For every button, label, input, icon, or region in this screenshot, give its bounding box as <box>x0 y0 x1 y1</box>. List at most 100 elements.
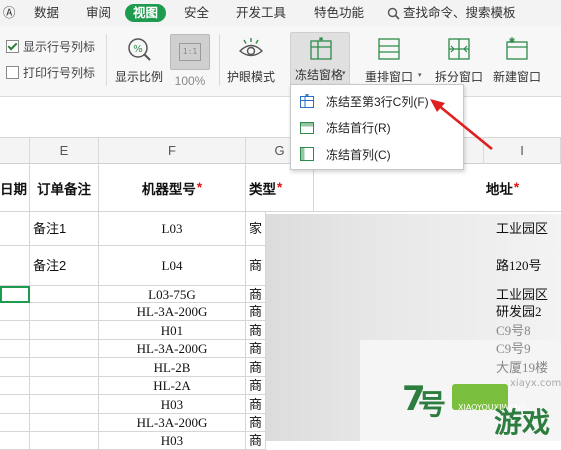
menu-tab-partial[interactable]: Ⓐ <box>3 4 16 22</box>
header-label: 机器型号 <box>141 181 196 197</box>
split-window-icon <box>448 38 470 60</box>
table-cell-i[interactable]: 工业园区 <box>484 286 561 303</box>
table-cell-g[interactable]: 家 <box>246 212 266 246</box>
table-cell-e[interactable] <box>30 414 99 432</box>
table-cell-d[interactable] <box>0 340 30 358</box>
table-cell-f[interactable]: HL-3A-200G <box>99 303 246 321</box>
rearrange-window-label: 重排窗口 <box>364 70 413 84</box>
table-cell-e[interactable]: 备注2 <box>30 246 99 286</box>
table-cell-d[interactable] <box>0 358 30 377</box>
menu-tab-features[interactable]: 特色功能 <box>314 4 364 22</box>
split-window-button[interactable]: 拆分窗口 <box>432 36 486 85</box>
column-header-f[interactable]: F <box>99 138 246 164</box>
table-cell-f[interactable]: H03 <box>99 432 246 450</box>
zoom-button[interactable]: % 显示比例 <box>114 36 164 85</box>
menu-tab-data[interactable]: 数据 <box>34 4 59 22</box>
table-cell-d[interactable] <box>0 212 30 246</box>
checkbox-unchecked-icon <box>6 65 19 79</box>
table-cell-d[interactable] <box>0 286 30 303</box>
separator <box>219 34 220 86</box>
required-mark: * <box>196 180 203 195</box>
header-cell-date[interactable]: 日期 <box>0 164 30 212</box>
annotation-arrow-icon <box>430 99 493 151</box>
chevron-down-icon: ▾ <box>342 70 346 77</box>
table-cell-f[interactable]: HL-3A-200G <box>99 340 246 358</box>
rearrange-window-icon <box>378 38 400 60</box>
table-cell-i[interactable]: C9号8 <box>484 321 561 340</box>
table-cell-g[interactable]: 商 <box>246 358 266 377</box>
table-cell-g[interactable]: 商 <box>246 432 266 450</box>
table-cell-g[interactable]: 商 <box>246 414 266 432</box>
header-label: 日期 <box>0 181 27 197</box>
table-cell-e[interactable] <box>30 321 99 340</box>
table-cell-g[interactable]: 商 <box>246 286 266 303</box>
table-cell-f[interactable]: HL-3A-200G <box>99 414 246 432</box>
svg-text:✱: ✱ <box>509 36 516 45</box>
table-cell-g[interactable]: 商 <box>246 303 266 321</box>
zoom-ratio-text: 1:1 <box>179 43 201 61</box>
table-cell-e[interactable] <box>30 432 99 450</box>
table-cell-f[interactable]: L03-75G <box>99 286 246 303</box>
menu-tab-developer[interactable]: 开发工具 <box>236 4 286 22</box>
eye-mode-label: 护眼模式 <box>226 70 275 84</box>
menu-tab-security[interactable]: 安全 <box>184 4 209 22</box>
header-cell-address[interactable]: 地址 * <box>314 164 561 212</box>
menu-item-label: 冻结首行(R) <box>326 120 391 135</box>
table-cell-i[interactable]: 工业园区 <box>484 212 561 246</box>
table-cell-f[interactable]: L03 <box>99 212 246 246</box>
column-header-e[interactable]: E <box>30 138 99 164</box>
table-cell-i[interactable]: C9号9 <box>484 340 561 358</box>
table-cell-i[interactable]: 路120号 <box>484 246 561 286</box>
table-cell-g[interactable]: 商 <box>246 377 266 395</box>
svg-text:✱: ✱ <box>318 37 323 43</box>
new-window-button[interactable]: ✱ 新建窗口 <box>490 36 544 85</box>
table-cell-d[interactable] <box>0 432 30 450</box>
column-header-d[interactable] <box>0 138 30 164</box>
freeze-panes-icon: ✱ <box>310 37 332 60</box>
table-cell-g[interactable]: 商 <box>246 246 266 286</box>
table-cell-f[interactable]: H03 <box>99 395 246 414</box>
table-cell-f[interactable]: HL-2A <box>99 377 246 395</box>
table-cell-i[interactable]: 研发园2 <box>484 303 561 321</box>
freeze-panes-label: 冻结窗格 <box>295 68 344 82</box>
table-cell-e[interactable]: 备注1 <box>30 212 99 246</box>
table-cell-f[interactable]: HL-2B <box>99 358 246 377</box>
print-row-col-header-checkbox[interactable]: 打印行号列标 <box>6 64 95 80</box>
header-label: 类型 <box>249 181 276 197</box>
zoom-100-label: 100% <box>174 74 206 88</box>
table-cell-e[interactable] <box>30 377 99 395</box>
header-cell-type[interactable]: 类型 * <box>246 164 314 212</box>
table-cell-d[interactable] <box>0 303 30 321</box>
menu-tab-view[interactable]: 视图 <box>125 4 167 22</box>
table-cell-e[interactable] <box>30 303 99 321</box>
separator <box>106 34 107 86</box>
menu-tab-review[interactable]: 审阅 <box>86 4 111 22</box>
table-cell-e[interactable] <box>30 286 99 303</box>
table-cell-d[interactable] <box>0 414 30 432</box>
menu-bar: Ⓐ 数据 审阅 视图 安全 开发工具 特色功能 查找命令、搜索模板 <box>0 0 561 26</box>
table-cell-d[interactable] <box>0 395 30 414</box>
table-cell-g[interactable]: 商 <box>246 321 266 340</box>
search-box[interactable]: 查找命令、搜索模板 <box>387 4 516 22</box>
rearrange-window-button[interactable]: 重排窗口 <box>362 36 416 85</box>
table-cell-d[interactable] <box>0 246 30 286</box>
freeze-panes-button[interactable]: ✱ 冻结窗格 ▾ <box>290 32 350 88</box>
show-row-col-header-checkbox[interactable]: 显示行号列标 <box>6 38 95 54</box>
search-icon <box>387 7 400 20</box>
table-cell-d[interactable] <box>0 321 30 340</box>
freeze-cell-icon: ✱ <box>300 94 314 108</box>
header-cell-order-note[interactable]: 订单备注 <box>30 164 99 212</box>
required-mark: * <box>277 180 283 195</box>
table-cell-e[interactable] <box>30 340 99 358</box>
header-cell-machine-model[interactable]: 机器型号 * <box>99 164 246 212</box>
table-cell-e[interactable] <box>30 358 99 377</box>
eye-mode-button[interactable]: 护眼模式 <box>225 36 277 85</box>
table-cell-e[interactable] <box>30 395 99 414</box>
table-cell-g[interactable]: 商 <box>246 340 266 358</box>
menu-item-label: 冻结首列(C) <box>326 147 391 162</box>
table-cell-d[interactable] <box>0 377 30 395</box>
table-cell-f[interactable]: H01 <box>99 321 246 340</box>
table-cell-g[interactable]: 商 <box>246 395 266 414</box>
zoom-100-button[interactable]: 1:1 100% <box>168 34 212 88</box>
table-cell-f[interactable]: L04 <box>99 246 246 286</box>
